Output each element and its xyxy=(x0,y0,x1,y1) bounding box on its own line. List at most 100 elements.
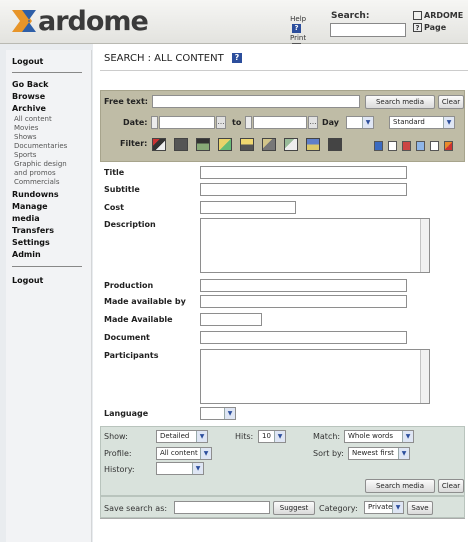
header-search-input[interactable] xyxy=(330,23,406,37)
sidebar-archive-documentaries[interactable]: Documentaries xyxy=(14,142,67,151)
save-button[interactable]: Save xyxy=(407,501,433,515)
sidebar-archive-graphic-design[interactable]: Graphic design xyxy=(14,160,67,169)
participants-textarea[interactable] xyxy=(200,349,430,404)
date-from-spinner[interactable] xyxy=(151,116,158,129)
made-available-by-input[interactable] xyxy=(200,295,407,308)
sidebar-logout-bottom[interactable]: Logout xyxy=(12,276,43,285)
chevron-down-icon: ▼ xyxy=(398,448,409,459)
page-link[interactable]: ? Page xyxy=(413,22,463,34)
logo-text: ardome xyxy=(38,5,149,37)
date-mode-select[interactable]: Standard ▼ xyxy=(389,116,455,129)
sort-by-value: Newest first xyxy=(352,449,394,457)
sort-by-select[interactable]: Newest first ▼ xyxy=(348,447,410,460)
date-to-calendar-icon[interactable]: … xyxy=(308,116,318,129)
category-value: Private xyxy=(368,503,393,511)
sidebar-archive-sports[interactable]: Sports xyxy=(14,151,36,160)
page-title: SEARCH : ALL CONTENT xyxy=(104,53,224,64)
sidebar-logout-top[interactable]: Logout xyxy=(12,57,43,66)
sidebar-item-settings[interactable]: Settings xyxy=(12,238,50,247)
sidebar-item-browse[interactable]: Browse xyxy=(12,92,45,101)
made-available-input[interactable] xyxy=(200,313,262,326)
chevron-down-icon: ▼ xyxy=(224,408,235,419)
chevron-down-icon: ▼ xyxy=(196,431,207,442)
clear-button-top[interactable]: Clear xyxy=(438,95,464,109)
field-label-participants: Participants xyxy=(104,351,159,360)
description-textarea[interactable] xyxy=(200,218,430,273)
filter-blank-icon[interactable] xyxy=(430,141,439,151)
chevron-down-icon: ▼ xyxy=(192,463,203,474)
sidebar-item-rundowns[interactable]: Rundowns xyxy=(12,190,59,199)
save-search-label: Save search as: xyxy=(104,504,168,513)
history-label: History: xyxy=(104,465,135,474)
show-label: Show: xyxy=(104,432,128,441)
date-from-calendar-icon[interactable]: … xyxy=(216,116,226,129)
sidebar-item-go-back[interactable]: Go Back xyxy=(12,80,48,89)
sidebar-archive-movies[interactable]: Movies xyxy=(14,124,38,133)
match-label: Match: xyxy=(313,432,341,441)
chevron-down-icon: ▼ xyxy=(402,431,413,442)
language-select[interactable]: ▼ xyxy=(200,407,236,420)
filter-video-icon[interactable] xyxy=(152,138,166,151)
help-link[interactable]: Help? xyxy=(290,14,306,33)
filter-document-icon[interactable] xyxy=(284,138,298,151)
ardome-home-link[interactable]: ARDOME xyxy=(413,10,463,22)
category-select[interactable]: Private ▼ xyxy=(364,501,404,514)
filter-blue-icon[interactable] xyxy=(416,141,425,151)
suggest-button[interactable]: Suggest xyxy=(273,501,315,515)
sidebar-item-manage[interactable]: Manage xyxy=(12,202,48,211)
date-from-input[interactable] xyxy=(159,116,215,129)
title-input[interactable] xyxy=(200,166,407,179)
profile-select[interactable]: All content ▼ xyxy=(156,447,212,460)
logo-mark-icon xyxy=(10,6,40,36)
hits-select[interactable]: 10 ▼ xyxy=(258,430,286,443)
cost-input[interactable] xyxy=(200,201,296,214)
ardome-logo[interactable]: ardome xyxy=(10,5,149,37)
show-select[interactable]: Detailed ▼ xyxy=(156,430,208,443)
clear-button-bottom[interactable]: Clear xyxy=(438,479,464,493)
date-label: Date: xyxy=(123,118,148,127)
filter-favorite-icon[interactable] xyxy=(444,141,453,151)
title-help-icon[interactable]: ? xyxy=(232,53,242,63)
filter-audio-icon[interactable] xyxy=(240,138,254,151)
sidebar-item-admin[interactable]: Admin xyxy=(12,250,41,259)
description-scrollbar[interactable] xyxy=(420,219,429,272)
match-select[interactable]: Whole words ▼ xyxy=(344,430,414,443)
day-select[interactable]: ▼ xyxy=(346,116,374,129)
filter-select-all-icon[interactable] xyxy=(374,141,383,151)
filter-red-icon[interactable] xyxy=(402,141,411,151)
filter-page-icon[interactable] xyxy=(388,141,397,151)
save-search-input[interactable] xyxy=(174,501,270,514)
free-text-input[interactable] xyxy=(152,95,360,108)
category-label: Category: xyxy=(319,504,358,513)
sidebar-item-media[interactable]: media xyxy=(12,214,40,223)
show-value: Detailed xyxy=(160,432,190,440)
subtitle-input[interactable] xyxy=(200,183,407,196)
hits-value: 10 xyxy=(262,432,271,440)
sidebar-archive-and-promos[interactable]: and promos xyxy=(14,169,56,178)
production-input[interactable] xyxy=(200,279,407,292)
filter-clip-icon[interactable] xyxy=(328,138,342,151)
date-to-spinner[interactable] xyxy=(245,116,252,129)
sidebar-item-archive[interactable]: Archive xyxy=(12,104,46,113)
day-label: Day xyxy=(322,118,340,127)
free-text-label: Free text: xyxy=(104,97,148,106)
field-label-cost: Cost xyxy=(104,203,124,212)
sidebar-item-transfers[interactable]: Transfers xyxy=(12,226,54,235)
sidebar-archive-all-content[interactable]: All content xyxy=(14,115,52,124)
search-media-button-bottom[interactable]: Search media xyxy=(365,479,435,493)
sort-by-label: Sort by: xyxy=(313,449,344,458)
date-to-input[interactable] xyxy=(253,116,307,129)
participants-scrollbar[interactable] xyxy=(420,350,429,403)
filter-scene-icon[interactable] xyxy=(196,138,210,151)
chevron-down-icon: ▼ xyxy=(443,117,454,128)
history-select[interactable]: ▼ xyxy=(156,462,204,475)
sidebar-archive-commercials[interactable]: Commercials xyxy=(14,178,60,187)
sidebar-archive-shows[interactable]: Shows xyxy=(14,133,37,142)
filter-graphics-icon[interactable] xyxy=(262,138,276,151)
filter-project-icon[interactable] xyxy=(306,138,320,151)
chevron-down-icon: ▼ xyxy=(274,431,285,442)
search-media-button-top[interactable]: Search media xyxy=(365,95,435,109)
filter-image-icon[interactable] xyxy=(218,138,232,151)
filter-film-icon[interactable] xyxy=(174,138,188,151)
document-input[interactable] xyxy=(200,331,407,344)
